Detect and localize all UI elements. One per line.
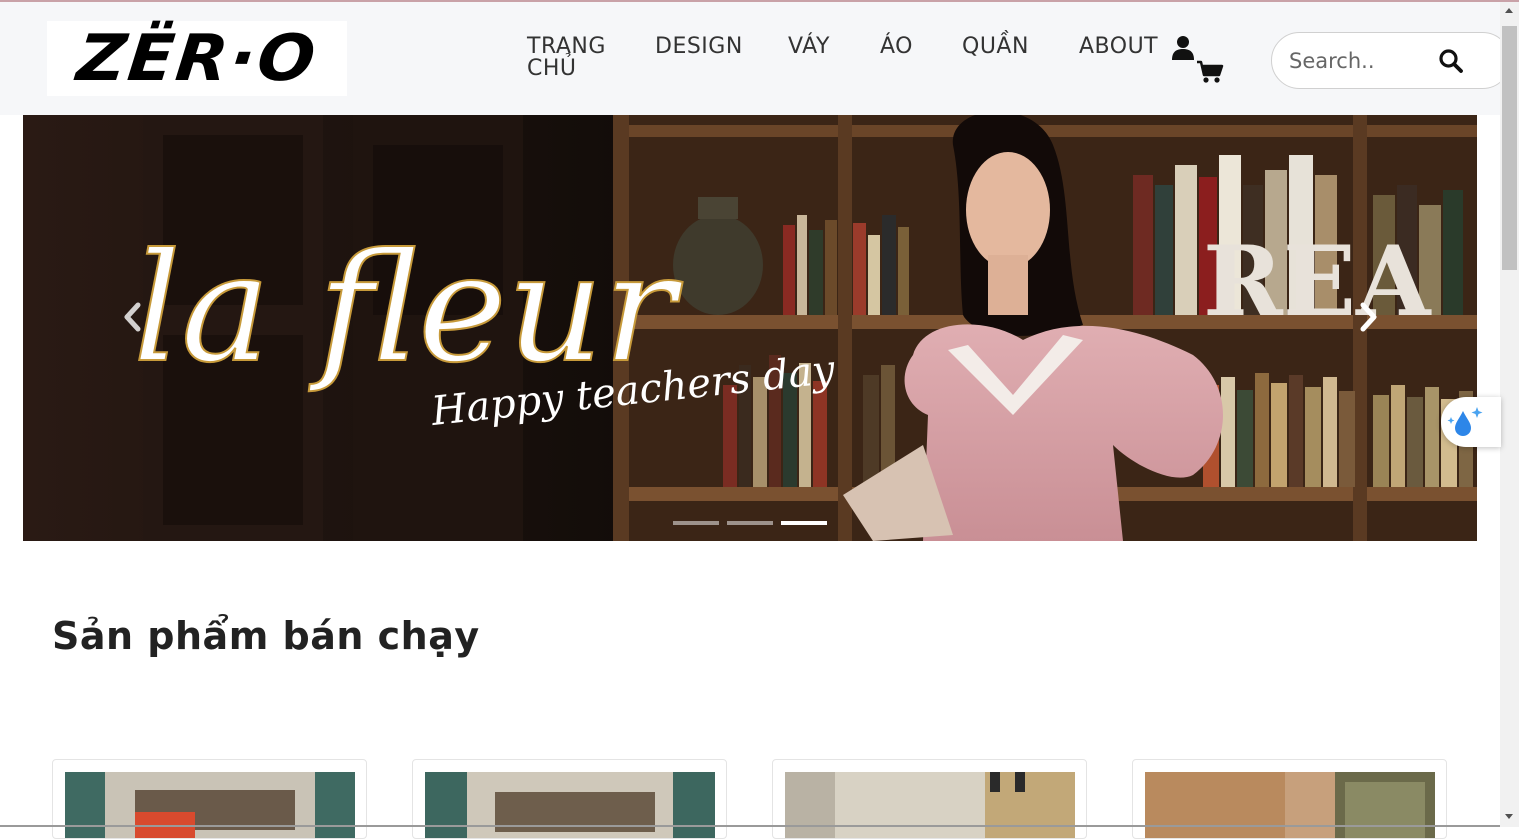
- product-image[interactable]: [785, 772, 1075, 838]
- carousel-next-button[interactable]: [1353, 297, 1383, 337]
- nav-item-pants[interactable]: QUẦN: [962, 36, 1029, 58]
- nav-item-about[interactable]: ABOUT: [1079, 36, 1158, 58]
- brand-logo[interactable]: ZËR·O: [47, 21, 347, 96]
- banner-sign-text: REA: [1203, 225, 1432, 338]
- product-card[interactable]: [52, 759, 367, 839]
- bestsellers-heading: Sản phẩm bán chạy: [52, 614, 480, 658]
- carousel-indicator-1[interactable]: [673, 521, 719, 525]
- nav-item-label: ABOUT: [1079, 34, 1159, 59]
- shopping-cart-icon[interactable]: [1196, 59, 1224, 85]
- carousel-indicator-2[interactable]: [727, 521, 773, 525]
- hero-carousel: REA la fleur Happy teachers day: [23, 115, 1477, 541]
- nav-item-dresses[interactable]: VÁY: [788, 36, 830, 58]
- user-icon[interactable]: [1171, 35, 1195, 61]
- nav-item-tops[interactable]: ÁO: [880, 36, 913, 58]
- banner-script-title: la fleur: [133, 222, 684, 396]
- product-card[interactable]: [412, 759, 727, 839]
- search-input[interactable]: [1289, 45, 1429, 77]
- carousel-prev-button[interactable]: [118, 297, 148, 337]
- nav-item-label: QUẦN: [962, 34, 1029, 59]
- chevron-left-icon: [124, 302, 141, 332]
- logo-text: ZËR·O: [73, 21, 321, 96]
- carousel-indicator-3[interactable]: [781, 521, 827, 525]
- nav-item-label: VÁY: [788, 34, 830, 59]
- site-header: ZËR·O TRANG CHỦ DESIGN VÁY ÁO QUẦN ABOUT: [0, 2, 1511, 115]
- nav-item-label: TRANG: [527, 34, 606, 59]
- nav-item-design[interactable]: DESIGN: [655, 36, 743, 58]
- hero-slide-image: REA la fleur Happy teachers day: [23, 115, 1477, 541]
- product-image[interactable]: [1145, 772, 1435, 838]
- nav-item-label-line2: CHỦ: [527, 56, 577, 81]
- product-image[interactable]: [65, 772, 355, 838]
- product-card[interactable]: [1132, 759, 1447, 839]
- scroll-down-arrow-icon[interactable]: [1505, 814, 1513, 819]
- search-box: [1271, 32, 1511, 89]
- nav-item-label: ÁO: [880, 34, 913, 59]
- vertical-scrollbar[interactable]: [1500, 2, 1519, 827]
- scroll-up-arrow-icon[interactable]: [1505, 8, 1513, 13]
- floating-widget-button[interactable]: [1441, 397, 1501, 447]
- water-drop-sparkle-icon: [1447, 407, 1483, 436]
- product-image[interactable]: [425, 772, 715, 838]
- product-card[interactable]: [772, 759, 1087, 839]
- nav-item-label: DESIGN: [655, 34, 743, 59]
- search-icon[interactable]: [1438, 48, 1464, 74]
- scrollbar-thumb[interactable]: [1502, 26, 1517, 270]
- chevron-right-icon: [1360, 302, 1377, 332]
- nav-item-home[interactable]: TRANG CHỦ: [527, 36, 606, 80]
